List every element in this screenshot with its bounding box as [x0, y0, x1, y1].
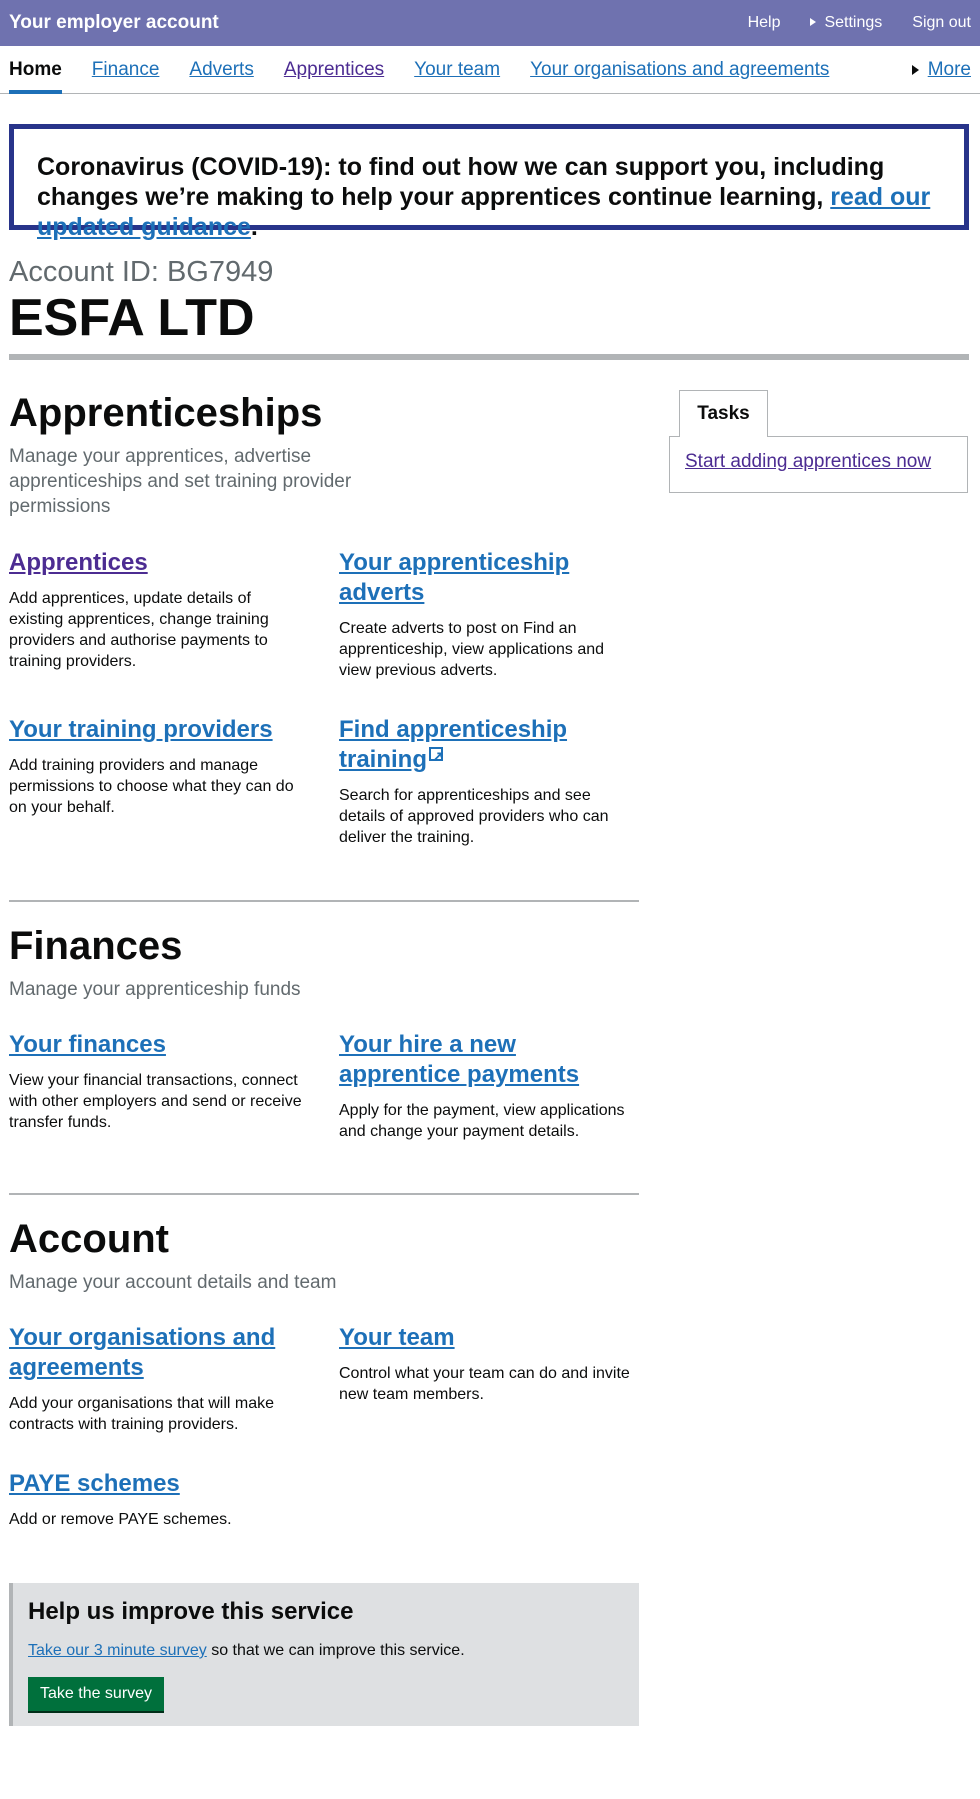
app-title[interactable]: Your employer account: [9, 12, 219, 34]
find-training-link[interactable]: Find apprenticeship training: [339, 716, 567, 773]
survey-text: Take our 3 minute survey so that we can …: [28, 1642, 624, 1660]
hire-payments-desc: Apply for the payment, view applications…: [339, 1102, 625, 1140]
adverts-link[interactable]: Your apprenticeship adverts: [339, 549, 569, 606]
card-your-finances: Your finances View your financial transa…: [9, 1030, 309, 1133]
sign-out-link[interactable]: Sign out: [912, 14, 971, 32]
tab-tasks[interactable]: Tasks: [679, 390, 768, 437]
account-caption: Manage your account details and team: [9, 1272, 337, 1293]
covid-banner-text: Coronavirus (COVID-19): to find out how …: [19, 134, 959, 241]
nav-apprentices[interactable]: Apprentices: [284, 46, 384, 93]
apprentices-link[interactable]: Apprentices: [9, 549, 148, 576]
card-training-providers: Your training providers Add training pro…: [9, 715, 309, 818]
nav-organisations[interactable]: Your organisations and agreements: [530, 46, 829, 93]
banner-message: Coronavirus (COVID-19): to find out how …: [37, 153, 885, 211]
finances-caption: Manage your apprenticeship funds: [9, 979, 301, 1000]
your-finances-desc: View your financial transactions, connec…: [9, 1072, 302, 1131]
organisations-link[interactable]: Your organisations and agreements: [9, 1324, 275, 1381]
finances-heading: Finances: [9, 924, 183, 968]
nav-more-label: More: [927, 58, 971, 80]
apprenticeships-section: Apprenticeships Manage your apprentices,…: [9, 390, 639, 519]
settings-link[interactable]: Settings: [810, 14, 882, 32]
card-adverts: Your apprenticeship adverts Create adver…: [339, 548, 639, 681]
apprentices-desc: Add apprentices, update details of exist…: [9, 590, 269, 670]
training-providers-link[interactable]: Your training providers: [9, 716, 273, 743]
banner-suffix: .: [250, 213, 258, 241]
tasks-panel: Start adding apprentices now: [669, 436, 968, 493]
find-training-desc: Search for apprenticeships and see detai…: [339, 787, 609, 846]
account-id: Account ID: BG7949: [9, 256, 274, 288]
card-find-training: Find apprenticeship training Search for …: [339, 715, 639, 848]
nav-home[interactable]: Home: [9, 46, 62, 94]
card-organisations: Your organisations and agreements Add yo…: [9, 1323, 309, 1435]
take-survey-button[interactable]: Take the survey: [28, 1677, 165, 1711]
card-paye: PAYE schemes Add or remove PAYE schemes.: [9, 1469, 309, 1530]
paye-link[interactable]: PAYE schemes: [9, 1470, 180, 1497]
top-header: Your employer account Help Settings Sign…: [0, 0, 980, 46]
caret-right-icon: [810, 18, 817, 26]
paye-desc: Add or remove PAYE schemes.: [9, 1511, 232, 1528]
settings-label: Settings: [824, 14, 883, 31]
finances-section: Finances Manage your apprenticeship fund…: [9, 923, 639, 1002]
your-team-link[interactable]: Your team: [339, 1324, 455, 1351]
account-section: Account Manage your account details and …: [9, 1216, 639, 1295]
training-providers-desc: Add training providers and manage permis…: [9, 757, 294, 816]
organisation-name: ESFA LTD: [9, 289, 255, 347]
nav-spacer: [859, 46, 911, 93]
caret-right-icon: [911, 64, 919, 75]
your-finances-link[interactable]: Your finances: [9, 1031, 166, 1058]
card-your-team: Your team Control what your team can do …: [339, 1323, 639, 1405]
nav-finance[interactable]: Finance: [92, 46, 160, 93]
survey-heading: Help us improve this service: [28, 1598, 354, 1625]
card-hire-payments: Your hire a new apprentice payments Appl…: [339, 1030, 639, 1142]
apprenticeships-heading: Apprenticeships: [9, 391, 323, 435]
help-link[interactable]: Help: [748, 14, 781, 32]
survey-box: Help us improve this service Take our 3 …: [9, 1583, 639, 1726]
hire-payments-link[interactable]: Your hire a new apprentice payments: [339, 1031, 579, 1088]
section-rule: [9, 900, 639, 902]
nav-your-team[interactable]: Your team: [414, 46, 500, 93]
account-heading: Account: [9, 1217, 169, 1261]
adverts-desc: Create adverts to post on Find an appren…: [339, 620, 605, 679]
card-apprentices: Apprentices Add apprentices, update deta…: [9, 548, 309, 672]
organisations-desc: Add your organisations that will make co…: [9, 1395, 275, 1433]
start-adding-apprentices-link[interactable]: Start adding apprentices now: [685, 451, 931, 472]
nav-adverts[interactable]: Adverts: [189, 46, 253, 93]
apprenticeships-caption: Manage your apprentices, advertise appre…: [9, 446, 352, 517]
nav-more[interactable]: More: [911, 46, 971, 93]
survey-link[interactable]: Take our 3 minute survey: [28, 1642, 207, 1659]
section-rule: [9, 1193, 639, 1195]
section-divider: [9, 354, 969, 360]
external-link-icon: [429, 741, 444, 771]
covid-banner: Coronavirus (COVID-19): to find out how …: [9, 124, 969, 241]
your-team-desc: Control what your team can do and invite…: [339, 1365, 630, 1403]
survey-suffix: so that we can improve this service.: [206, 1642, 465, 1659]
main-nav: Home Finance Adverts Apprentices Your te…: [0, 46, 980, 94]
